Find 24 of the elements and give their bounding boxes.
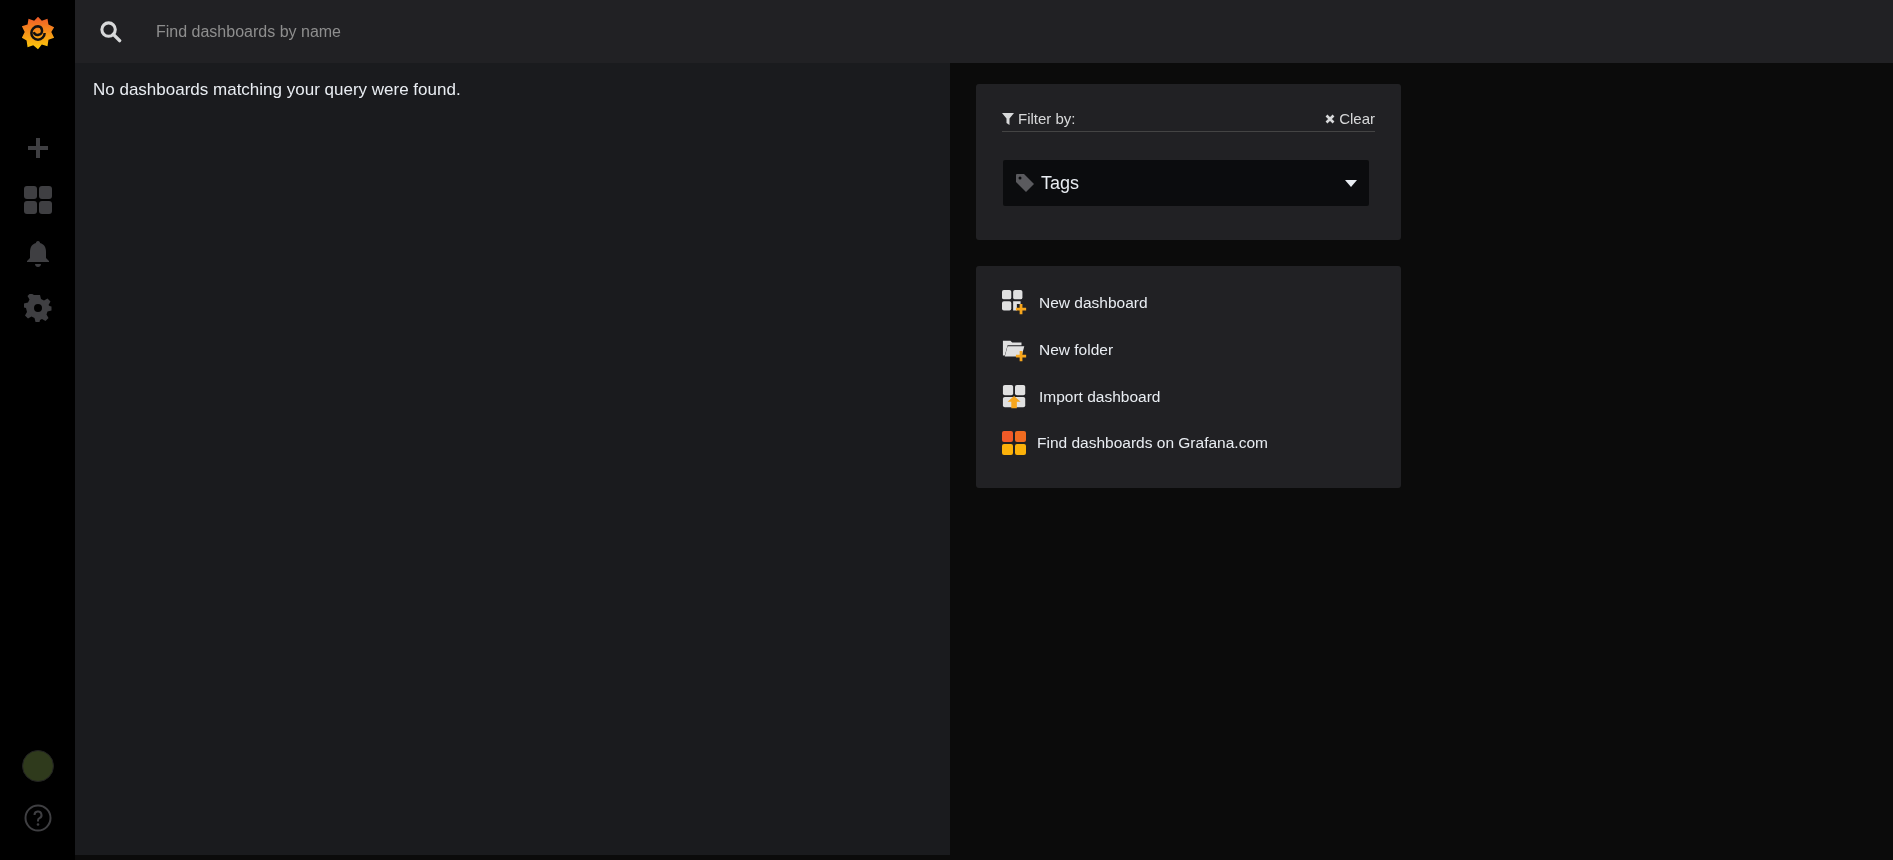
action-link[interactable]: New dashboard [1002,290,1148,316]
search-field[interactable]: Find dashboards by name [154,21,758,42]
tags-dropdown[interactable]: Tags [1003,160,1369,206]
action-link[interactable]: Find dashboards on Grafana.com [1002,431,1268,455]
close-icon [1325,113,1336,124]
tags-placeholder: Tags [1041,172,1080,194]
dashboard-upload-icon [1002,384,1028,410]
dashboard-grid-icon[interactable] [23,186,52,214]
clear-button[interactable]: Clear [1325,110,1375,127]
no-results-message: No dashboards matching your query were found. [93,80,462,100]
plus-icon[interactable] [25,136,50,160]
settings-icon[interactable] [23,294,52,322]
action-link[interactable]: New folder [1002,337,1114,363]
action-link[interactable]: Import dashboard [1002,384,1161,410]
help-icon[interactable] [23,804,52,832]
tag-icon [1015,173,1035,193]
search-icon [99,20,122,43]
caret-icon [1345,179,1357,187]
dashboard-add-icon [1002,290,1028,316]
user-avatar[interactable] [21,750,54,782]
bell-icon[interactable] [25,240,50,268]
funnel-icon [1002,112,1014,125]
grid-icon [1002,431,1026,455]
filter-label: Filter by: [1002,110,1076,127]
